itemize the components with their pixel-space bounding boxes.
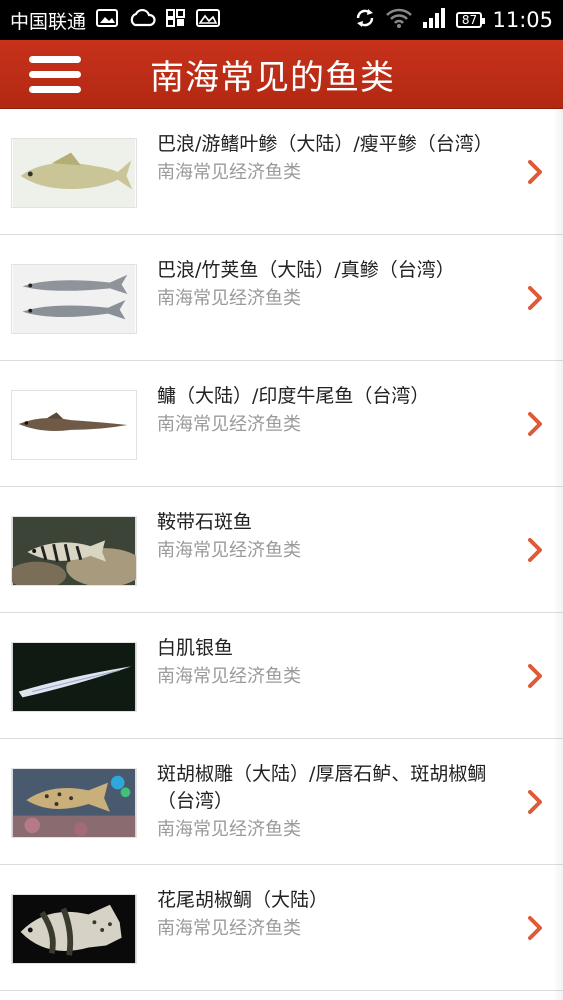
item-title: 鳙（大陆）/印度牛尾鱼（台湾） (157, 385, 430, 407)
list-item[interactable]: 斑胡椒雕（大陆）/厚唇石鲈、斑胡椒鲷（台湾） 南海常见经济鱼类 (0, 739, 563, 865)
list-item[interactable]: 花尾胡椒鲷（大陆） 南海常见经济鱼类 (0, 865, 563, 991)
gallery-notification-icon (196, 8, 221, 32)
item-title: 巴浪/游鳍叶鲹（大陆）/瘦平鲹（台湾） (157, 133, 493, 155)
signal-icon (422, 7, 446, 33)
carrier-label: 中国联通 (10, 10, 87, 33)
app-grid-icon (166, 8, 186, 32)
fish-thumbnail (11, 768, 137, 838)
list-item[interactable]: 白肌银鱼 南海常见经济鱼类 (0, 613, 563, 739)
fish-thumbnail (11, 894, 137, 964)
image-notification-icon (96, 8, 119, 32)
list-item[interactable]: 鞍带石斑鱼 南海常见经济鱼类 (0, 487, 563, 613)
item-subtitle: 南海常见经济鱼类 (157, 162, 301, 183)
item-title: 斑胡椒雕（大陆）/厚唇石鲈、斑胡椒鲷（台湾） (157, 763, 487, 812)
chevron-right-icon (528, 663, 542, 688)
status-bar: 中国联通 87 11:05 (0, 0, 563, 40)
item-title: 鞍带石斑鱼 (157, 511, 253, 533)
item-title: 白肌银鱼 (157, 637, 234, 659)
sync-icon (354, 8, 376, 33)
item-subtitle: 南海常见经济鱼类 (157, 414, 301, 435)
chevron-right-icon (528, 159, 542, 184)
fish-thumbnail (11, 516, 137, 586)
chevron-right-icon (528, 285, 542, 310)
item-subtitle: 南海常见经济鱼类 (157, 288, 301, 309)
list-item[interactable]: 鳙（大陆）/印度牛尾鱼（台湾） 南海常见经济鱼类 (0, 361, 563, 487)
fish-thumbnail (11, 138, 137, 208)
item-subtitle: 南海常见经济鱼类 (157, 540, 301, 561)
chevron-right-icon (528, 789, 542, 814)
chevron-right-icon (528, 915, 542, 940)
clock: 11:05 (492, 8, 553, 32)
app-header: 南海常见的鱼类 (0, 40, 563, 109)
item-title: 花尾胡椒鲷（大陆） (157, 889, 329, 911)
list-item[interactable]: 巴浪/游鳍叶鲹（大陆）/瘦平鲹（台湾） 南海常见经济鱼类 (0, 109, 563, 235)
page-title: 南海常见的鱼类 (150, 58, 395, 98)
fish-thumbnail (11, 642, 137, 712)
chevron-right-icon (528, 537, 542, 562)
wifi-icon (386, 8, 413, 33)
fish-list: 巴浪/游鳍叶鲹（大陆）/瘦平鲹（台湾） 南海常见经济鱼类 巴浪/竹荚鱼（大陆）/… (0, 109, 563, 991)
fish-thumbnail (11, 390, 137, 460)
item-subtitle: 南海常见经济鱼类 (157, 918, 301, 939)
battery-icon: 87 (456, 12, 486, 28)
cloud-icon (128, 8, 156, 32)
item-title: 巴浪/竹荚鱼（大陆）/真鲹（台湾） (157, 259, 455, 281)
menu-icon[interactable] (29, 54, 81, 96)
chevron-right-icon (528, 411, 542, 436)
list-item[interactable]: 巴浪/竹荚鱼（大陆）/真鲹（台湾） 南海常见经济鱼类 (0, 235, 563, 361)
fish-thumbnail (11, 264, 137, 334)
item-subtitle: 南海常见经济鱼类 (157, 819, 301, 840)
item-subtitle: 南海常见经济鱼类 (157, 666, 301, 687)
